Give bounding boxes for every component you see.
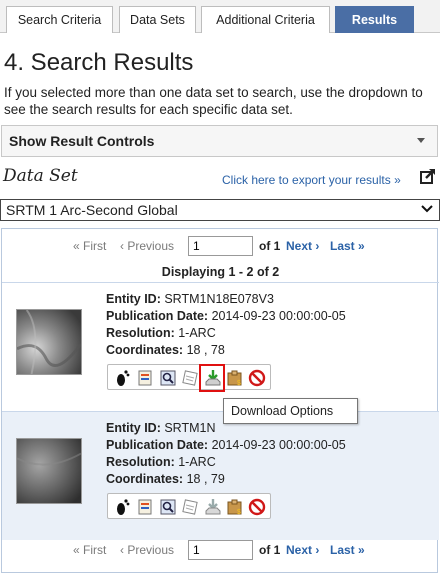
entity-id-value: SRTM1N xyxy=(164,421,216,435)
footprint-icon[interactable] xyxy=(114,369,132,387)
pager-previous-link[interactable]: ‹ Previous xyxy=(120,239,174,253)
dataset-select[interactable]: SRTM 1 Arc-Second Global xyxy=(0,199,440,221)
metadata-icon[interactable] xyxy=(136,498,154,516)
svg-text:$: $ xyxy=(237,509,241,516)
external-link-icon[interactable] xyxy=(420,168,436,184)
entity-id-label: Entity ID: xyxy=(106,421,161,435)
pager-first-link[interactable]: « First xyxy=(73,239,106,253)
exclude-icon[interactable] xyxy=(248,369,266,387)
pager-next-link[interactable]: Next › xyxy=(286,543,319,557)
displaying-count: Displaying 1 - 2 of 2 xyxy=(161,265,280,279)
resolution-value: 1-ARC xyxy=(178,326,216,340)
coordinates-value: 18 , 79 xyxy=(186,472,225,486)
coordinates-label: Coordinates: xyxy=(106,343,184,357)
browse-overlay-icon[interactable] xyxy=(159,498,177,516)
tab-additional-criteria[interactable]: Additional Criteria xyxy=(201,6,330,33)
download-highlight-box xyxy=(199,364,225,392)
pager-last-link[interactable]: Last » xyxy=(330,543,365,557)
order-icon[interactable]: $ xyxy=(226,498,244,516)
resolution-label: Resolution: xyxy=(106,455,175,469)
coordinates-label: Coordinates: xyxy=(106,472,184,486)
browse-overlay-icon[interactable] xyxy=(159,369,177,387)
pager-last-link[interactable]: Last » xyxy=(330,239,365,253)
dataset-label: Data Set xyxy=(3,166,78,186)
footprint-icon[interactable] xyxy=(114,498,132,516)
download-options-tooltip: Download Options xyxy=(223,398,358,424)
result-thumbnail[interactable] xyxy=(16,438,82,504)
pager-previous-link[interactable]: ‹ Previous xyxy=(120,543,174,557)
result-action-bar: $ xyxy=(107,364,271,390)
intro-text: If you selected more than one data set t… xyxy=(4,85,423,117)
download-icon[interactable] xyxy=(204,498,222,516)
pager-top: « First ‹ Previous of 1 Next › Last » xyxy=(2,233,439,259)
results-panel: « First ‹ Previous of 1 Next › Last » Di… xyxy=(1,228,439,573)
page-number-input[interactable] xyxy=(188,540,253,560)
publication-date-label: Publication Date: xyxy=(106,309,209,323)
compare-icon[interactable] xyxy=(181,498,199,516)
result-thumbnail[interactable] xyxy=(16,309,82,375)
metadata-icon[interactable] xyxy=(136,369,154,387)
publication-date-label: Publication Date: xyxy=(106,438,209,452)
controls-label: Show Result Controls xyxy=(9,133,155,149)
result-row: Entity ID: SRTM1N Publication Date: 2014… xyxy=(2,411,439,540)
resolution-value: 1-ARC xyxy=(178,455,216,469)
tab-results[interactable]: Results xyxy=(335,6,414,33)
svg-text:$: $ xyxy=(237,380,241,387)
pager-first-link[interactable]: « First xyxy=(73,543,106,557)
resolution-label: Resolution: xyxy=(106,326,175,340)
show-result-controls-toggle[interactable]: Show Result Controls xyxy=(1,125,438,157)
pager-next-link[interactable]: Next › xyxy=(286,239,319,253)
pager-of-total: of 1 xyxy=(259,543,281,557)
publication-date-value: 2014-09-23 00:00:00-05 xyxy=(211,309,346,323)
result-metadata: Entity ID: SRTM1N Publication Date: 2014… xyxy=(106,420,346,488)
pager-bottom: « First ‹ Previous of 1 Next › Last » xyxy=(2,537,439,563)
coordinates-value: 18 , 78 xyxy=(186,343,225,357)
pager-of-total: of 1 xyxy=(259,239,281,253)
entity-id-value: SRTM1N18E078V3 xyxy=(164,292,274,306)
dataset-select-value: SRTM 1 Arc-Second Global xyxy=(6,202,178,218)
result-metadata: Entity ID: SRTM1N18E078V3 Publication Da… xyxy=(106,291,346,359)
export-results-link[interactable]: Click here to export your results » xyxy=(222,173,401,187)
page-title: 4. Search Results xyxy=(4,49,194,76)
tab-bar: Search Criteria Data Sets Additional Cri… xyxy=(0,0,440,33)
tab-search-criteria[interactable]: Search Criteria xyxy=(6,6,113,33)
entity-id-label: Entity ID: xyxy=(106,292,161,306)
caret-down-icon xyxy=(417,138,425,143)
exclude-icon[interactable] xyxy=(248,498,266,516)
chevron-down-icon xyxy=(421,205,433,213)
tab-data-sets[interactable]: Data Sets xyxy=(119,6,196,33)
page-number-input[interactable] xyxy=(188,236,253,256)
result-action-bar: $ xyxy=(107,493,271,519)
publication-date-value: 2014-09-23 00:00:00-05 xyxy=(211,438,346,452)
compare-icon[interactable] xyxy=(181,369,199,387)
order-icon[interactable]: $ xyxy=(226,369,244,387)
